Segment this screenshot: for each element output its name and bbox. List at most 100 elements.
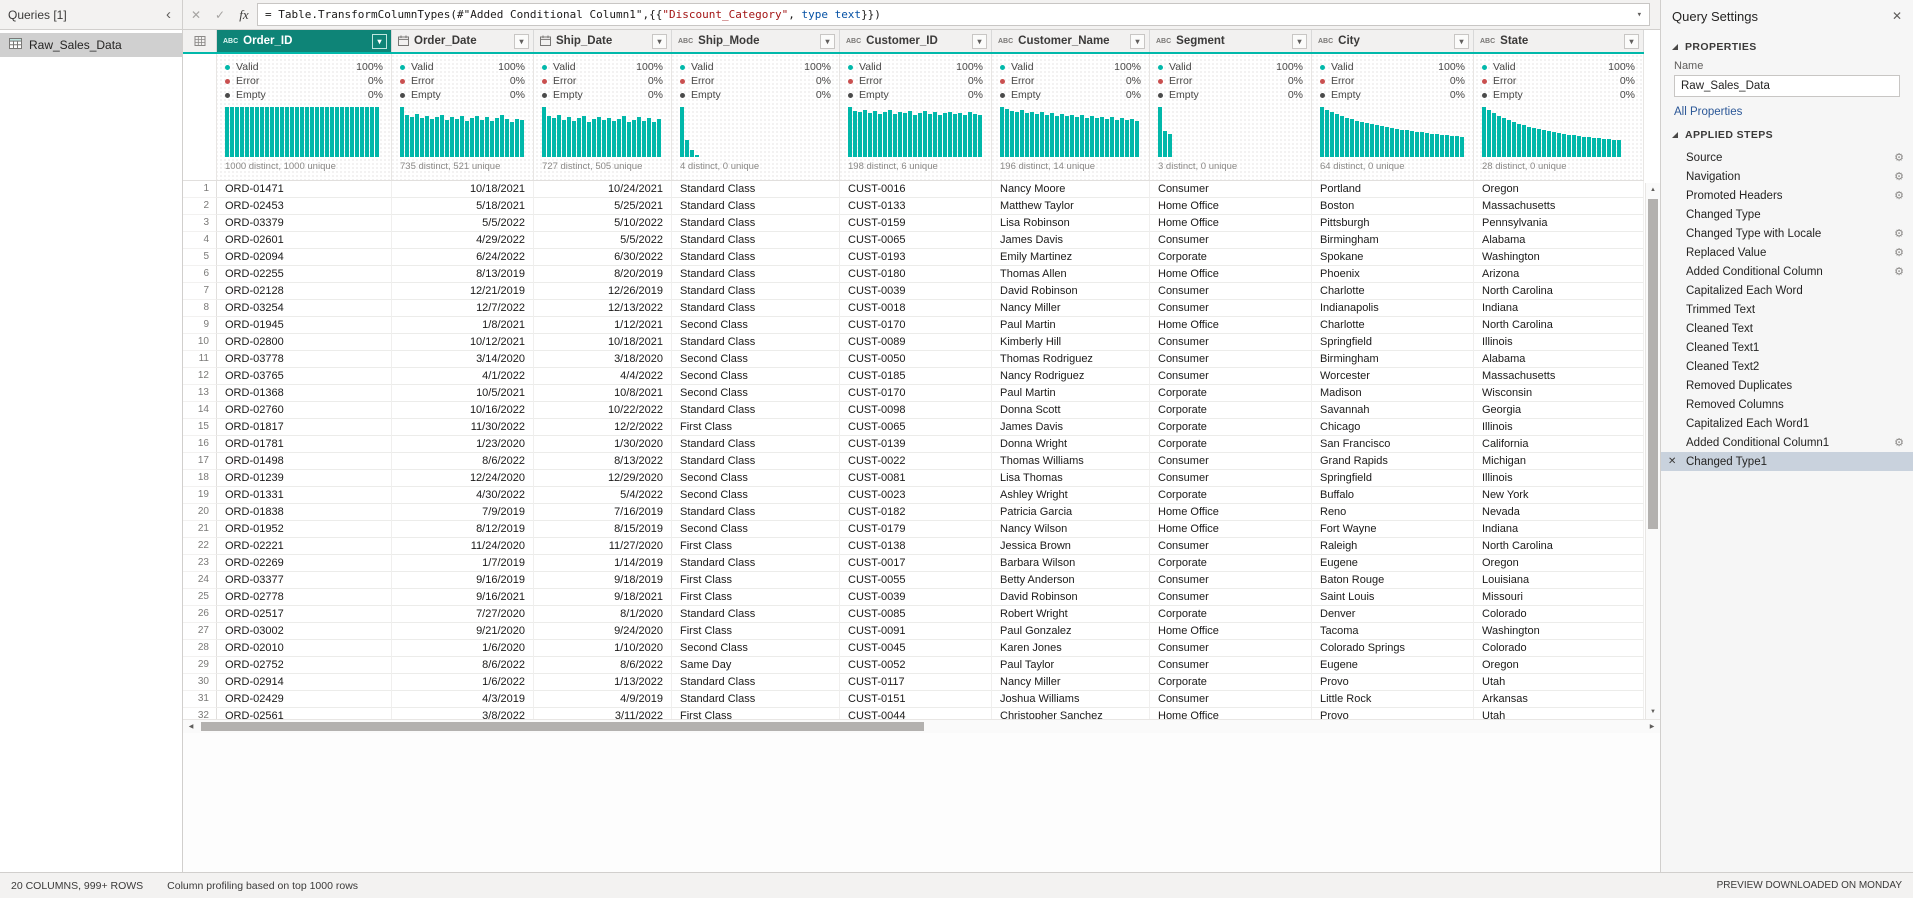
cell-order-date[interactable]: 10/16/2022 [392, 402, 534, 419]
value-distribution-histogram[interactable] [1320, 107, 1465, 157]
cell-order-date[interactable]: 11/30/2022 [392, 419, 534, 436]
cell-state[interactable]: North Carolina [1474, 317, 1644, 334]
cell-ship-date[interactable]: 8/6/2022 [534, 657, 672, 674]
cell-order-id[interactable]: ORD-03002 [217, 623, 392, 640]
step-settings-gear-icon[interactable]: ⚙ [1894, 189, 1904, 202]
cell-customer-id[interactable]: CUST-0179 [840, 521, 992, 538]
cell-ship-mode[interactable]: Standard Class [672, 198, 840, 215]
cell-order-date[interactable]: 10/5/2021 [392, 385, 534, 402]
cell-segment[interactable]: Consumer [1150, 181, 1312, 198]
cell-order-id[interactable]: ORD-02778 [217, 589, 392, 606]
applied-step-capitalized-each-word[interactable]: Capitalized Each Word [1661, 281, 1913, 300]
cell-customer-id[interactable]: CUST-0050 [840, 351, 992, 368]
row-number[interactable]: 28 [183, 640, 217, 657]
cell-customer-name[interactable]: Emily Martinez [992, 249, 1150, 266]
applied-step-changed-type1[interactable]: ✕ Changed Type1 [1661, 452, 1913, 471]
cell-order-id[interactable]: ORD-02800 [217, 334, 392, 351]
formula-input[interactable]: = Table.TransformColumnTypes(#"Added Con… [257, 3, 1650, 26]
text-type-icon[interactable]: ABC [1156, 38, 1171, 45]
cell-order-id[interactable]: ORD-02429 [217, 691, 392, 708]
cell-order-id[interactable]: ORD-02010 [217, 640, 392, 657]
cell-customer-id[interactable]: CUST-0159 [840, 215, 992, 232]
cell-state[interactable]: Utah [1474, 674, 1644, 691]
cell-city[interactable]: San Francisco [1312, 436, 1474, 453]
row-number[interactable]: 12 [183, 368, 217, 385]
row-number[interactable]: 27 [183, 623, 217, 640]
cell-ship-date[interactable]: 1/12/2021 [534, 317, 672, 334]
cell-order-id[interactable]: ORD-01838 [217, 504, 392, 521]
applied-step-removed-columns[interactable]: Removed Columns [1661, 395, 1913, 414]
cell-city[interactable]: Charlotte [1312, 283, 1474, 300]
cell-order-id[interactable]: ORD-01368 [217, 385, 392, 402]
cell-customer-name[interactable]: Matthew Taylor [992, 198, 1150, 215]
horizontal-scroll-thumb[interactable] [201, 722, 924, 731]
cell-customer-name[interactable]: Robert Wright [992, 606, 1150, 623]
cell-segment[interactable]: Consumer [1150, 470, 1312, 487]
cell-order-id[interactable]: ORD-01471 [217, 181, 392, 198]
cell-customer-id[interactable]: CUST-0098 [840, 402, 992, 419]
cell-city[interactable]: Chicago [1312, 419, 1474, 436]
filter-dropdown-icon[interactable]: ▾ [1292, 33, 1307, 49]
cell-customer-id[interactable]: CUST-0151 [840, 691, 992, 708]
applied-step-navigation[interactable]: Navigation ⚙ [1661, 167, 1913, 186]
cell-customer-id[interactable]: CUST-0085 [840, 606, 992, 623]
text-type-icon[interactable]: ABC [223, 38, 238, 45]
cell-city[interactable]: Boston [1312, 198, 1474, 215]
cell-ship-date[interactable]: 5/5/2022 [534, 232, 672, 249]
cell-order-id[interactable]: ORD-02128 [217, 283, 392, 300]
cell-ship-mode[interactable]: Standard Class [672, 453, 840, 470]
cell-customer-name[interactable]: Patricia Garcia [992, 504, 1150, 521]
cell-city[interactable]: Springfield [1312, 470, 1474, 487]
cell-order-date[interactable]: 1/6/2020 [392, 640, 534, 657]
cell-segment[interactable]: Corporate [1150, 555, 1312, 572]
cell-order-date[interactable]: 8/13/2019 [392, 266, 534, 283]
cell-order-id[interactable]: ORD-01331 [217, 487, 392, 504]
cell-order-date[interactable]: 10/12/2021 [392, 334, 534, 351]
cell-customer-name[interactable]: Nancy Miller [992, 674, 1150, 691]
row-number[interactable]: 19 [183, 487, 217, 504]
cell-state[interactable]: Arizona [1474, 266, 1644, 283]
cell-order-date[interactable]: 12/7/2022 [392, 300, 534, 317]
cell-customer-id[interactable]: CUST-0016 [840, 181, 992, 198]
cell-customer-name[interactable]: Karen Jones [992, 640, 1150, 657]
cell-state[interactable]: Wisconsin [1474, 385, 1644, 402]
applied-step-promoted-headers[interactable]: Promoted Headers ⚙ [1661, 186, 1913, 205]
cell-order-date[interactable]: 1/23/2020 [392, 436, 534, 453]
cell-customer-name[interactable]: Donna Scott [992, 402, 1150, 419]
cell-segment[interactable]: Consumer [1150, 351, 1312, 368]
cell-ship-mode[interactable]: Standard Class [672, 300, 840, 317]
cell-ship-date[interactable]: 4/4/2022 [534, 368, 672, 385]
cell-segment[interactable]: Consumer [1150, 300, 1312, 317]
cell-ship-mode[interactable]: Standard Class [672, 334, 840, 351]
row-number[interactable]: 25 [183, 589, 217, 606]
cell-state[interactable]: Pennsylvania [1474, 215, 1644, 232]
cell-customer-name[interactable]: Paul Taylor [992, 657, 1150, 674]
cell-ship-mode[interactable]: Standard Class [672, 606, 840, 623]
cell-order-date[interactable]: 4/29/2022 [392, 232, 534, 249]
column-header-state[interactable]: ABC State ▾ [1474, 30, 1644, 52]
cell-ship-mode[interactable]: Standard Class [672, 181, 840, 198]
cell-customer-id[interactable]: CUST-0065 [840, 232, 992, 249]
cell-order-date[interactable]: 8/6/2022 [392, 453, 534, 470]
vertical-scroll-track[interactable] [1646, 197, 1660, 705]
cell-order-date[interactable]: 5/18/2021 [392, 198, 534, 215]
cell-ship-mode[interactable]: Second Class [672, 640, 840, 657]
text-type-icon[interactable]: ABC [678, 38, 693, 45]
cell-ship-mode[interactable]: Standard Class [672, 691, 840, 708]
cell-segment[interactable]: Corporate [1150, 436, 1312, 453]
row-number[interactable]: 10 [183, 334, 217, 351]
applied-step-added-conditional-column[interactable]: Added Conditional Column ⚙ [1661, 262, 1913, 281]
row-number[interactable]: 3 [183, 215, 217, 232]
row-number[interactable]: 8 [183, 300, 217, 317]
horizontal-scrollbar[interactable]: ◀ ▶ [183, 719, 1660, 733]
cell-city[interactable]: Springfield [1312, 334, 1474, 351]
row-number[interactable]: 16 [183, 436, 217, 453]
cell-city[interactable]: Portland [1312, 181, 1474, 198]
value-distribution-histogram[interactable] [680, 107, 831, 157]
cell-customer-id[interactable]: CUST-0089 [840, 334, 992, 351]
cell-state[interactable]: North Carolina [1474, 538, 1644, 555]
cell-order-id[interactable]: ORD-01781 [217, 436, 392, 453]
cell-order-id[interactable]: ORD-01817 [217, 419, 392, 436]
cell-segment[interactable]: Corporate [1150, 487, 1312, 504]
cell-ship-date[interactable]: 12/2/2022 [534, 419, 672, 436]
